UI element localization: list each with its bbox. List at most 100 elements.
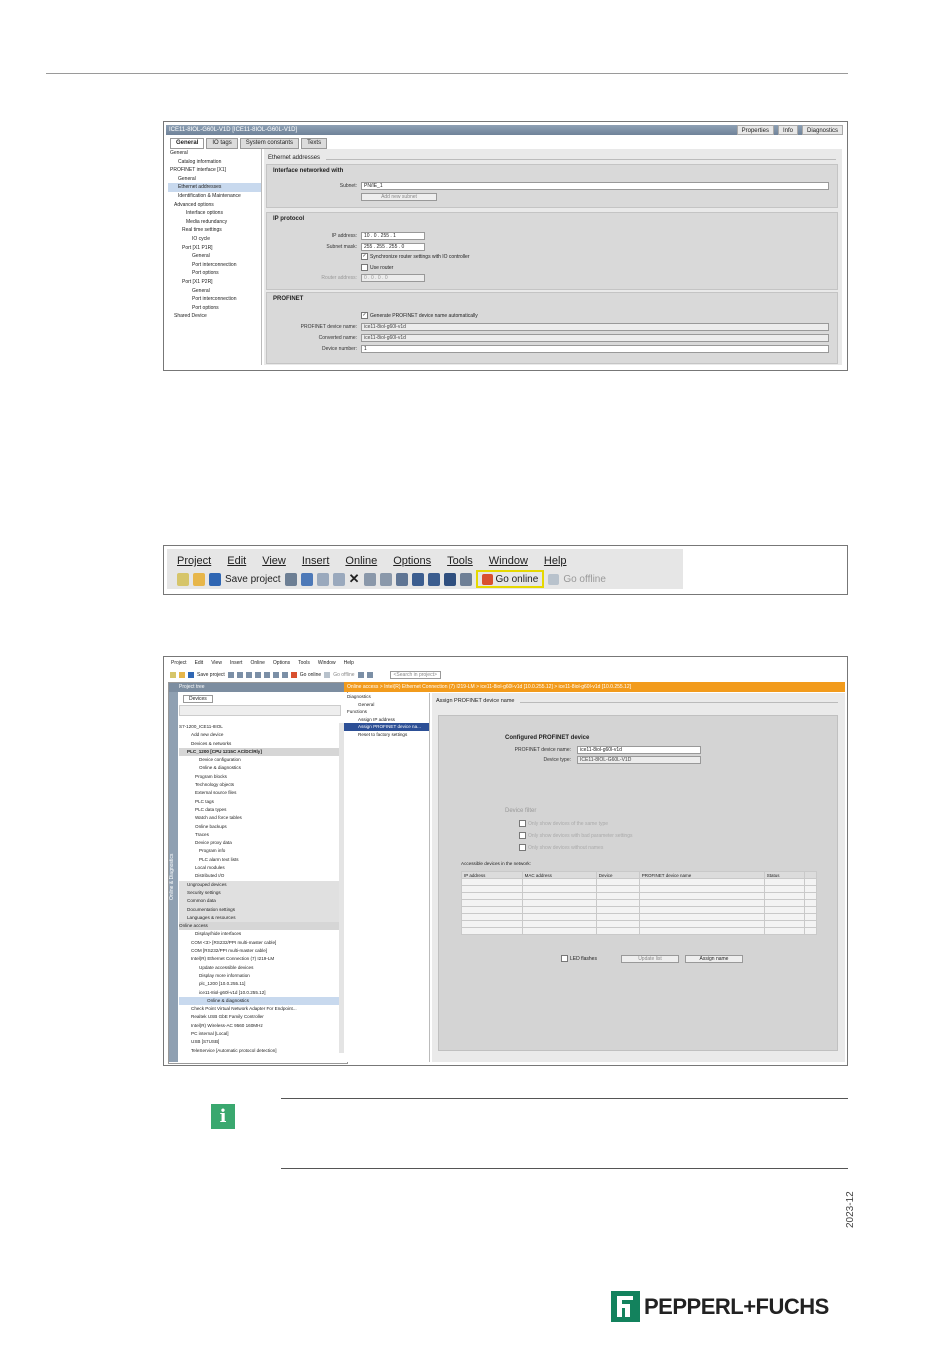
tree-item[interactable]: Shared Device <box>168 312 261 321</box>
tab-general[interactable]: General <box>170 138 205 149</box>
tab-io-tags[interactable]: IO tags <box>206 138 238 149</box>
new-project-icon[interactable] <box>177 572 189 586</box>
tree-item[interactable]: Check Point Virtual Network Adapter For … <box>179 1005 339 1013</box>
tab-texts[interactable]: Texts <box>301 138 328 149</box>
nav-item[interactable]: Functions <box>344 708 429 716</box>
tree-item[interactable]: Update accessible devices <box>179 964 339 972</box>
search-input[interactable]: <Search in project> <box>389 670 441 679</box>
tree-item[interactable]: USB [S7USB] <box>179 1038 339 1046</box>
tree-item[interactable]: Traces <box>179 831 339 839</box>
tree-item[interactable]: General <box>168 287 261 296</box>
tree-item[interactable]: Ungrouped devices <box>179 880 339 889</box>
tree-item[interactable]: TeleService [Automatic protocol detectio… <box>179 1047 339 1055</box>
menu-options[interactable]: Options <box>273 660 290 666</box>
tree-item[interactable]: Catalog information <box>168 158 261 167</box>
accessible-devices-icon[interactable] <box>357 671 364 678</box>
menu-options[interactable]: Options <box>393 555 431 567</box>
tree-item[interactable]: PLC tags <box>179 798 339 806</box>
tree-item[interactable]: Documentation settings <box>179 905 339 914</box>
menu-project[interactable]: Project <box>171 660 187 666</box>
paste-icon[interactable] <box>254 671 261 678</box>
print-icon[interactable] <box>284 572 297 586</box>
diagnostics-tab[interactable]: Diagnostics <box>801 125 843 135</box>
table-row[interactable] <box>461 878 817 886</box>
download-icon[interactable] <box>411 572 424 586</box>
tree-item[interactable]: Advanced options <box>168 201 261 210</box>
nav-item[interactable]: Reset to factory settings <box>344 731 429 739</box>
menu-edit[interactable]: Edit <box>195 660 204 666</box>
side-tab-label[interactable]: Online & Diagnostics <box>169 692 178 1062</box>
devices-tab[interactable]: Devices <box>183 695 213 703</box>
tree-item[interactable]: Port [X1 P2R] <box>168 278 261 287</box>
tree-item[interactable]: Online backups <box>179 823 339 831</box>
add-subnet-button[interactable]: Add new subnet <box>361 193 437 201</box>
save-icon[interactable] <box>209 572 221 586</box>
use-router-checkbox[interactable]: Use router <box>361 264 393 272</box>
tree-item[interactable]: Add new device <box>179 731 339 739</box>
delete-icon[interactable]: ✕ <box>349 571 360 587</box>
save-project-button[interactable]: Save project <box>225 574 281 585</box>
go-online-button[interactable]: Go online <box>300 672 321 678</box>
menu-help[interactable]: Help <box>544 555 567 567</box>
save-project-button[interactable]: Save project <box>197 672 225 678</box>
tree-item[interactable]: Local modules <box>179 864 339 872</box>
menu-view[interactable]: View <box>262 555 286 567</box>
tree-item[interactable]: Devices & networks <box>179 740 339 748</box>
update-list-button[interactable]: Update list <box>621 955 679 963</box>
tree-item[interactable]: PLC data types <box>179 806 339 814</box>
table-row[interactable] <box>461 885 817 893</box>
tree-item[interactable]: Intel(R) Ethernet Connection (7) I219-LM <box>179 955 339 963</box>
tree-item[interactable]: PC internal [Local] <box>179 1030 339 1038</box>
device-name-input[interactable]: ice11-8iol-g60l-v1d <box>577 746 701 754</box>
tree-item-selected[interactable]: Ethernet addresses <box>168 183 261 192</box>
tree-item[interactable]: Port options <box>168 304 261 313</box>
tree-item[interactable]: Program blocks <box>179 773 339 781</box>
tree-item[interactable]: Technology objects <box>179 781 339 789</box>
tree-item[interactable]: Media redundancy <box>168 218 261 227</box>
tree-item[interactable]: General <box>168 149 261 158</box>
device-number-select[interactable]: 1 <box>361 345 829 353</box>
go-offline-button[interactable]: Go offline <box>563 574 606 585</box>
tree-item[interactable]: COM <3> [RS232/PPI multi-master cable] <box>179 939 339 947</box>
cross-reference-icon[interactable] <box>366 671 373 678</box>
menu-edit[interactable]: Edit <box>227 555 246 567</box>
tree-item[interactable]: Online access <box>179 922 339 931</box>
paste-icon[interactable] <box>332 572 345 586</box>
menu-online[interactable]: Online <box>345 555 377 567</box>
open-project-icon[interactable] <box>179 671 185 678</box>
menu-tools[interactable]: Tools <box>298 660 310 666</box>
menu-insert[interactable]: Insert <box>230 660 243 666</box>
nav-item[interactable]: General <box>344 701 429 709</box>
auto-name-checkbox[interactable]: ✓ Generate PROFINET device name automatic… <box>361 312 478 320</box>
nav-item-selected[interactable]: Assign PROFINET device na... <box>344 723 429 731</box>
tree-item[interactable]: Real time settings <box>168 226 261 235</box>
table-row[interactable] <box>461 906 817 914</box>
tree-item[interactable]: PROFINET interface [X1] <box>168 166 261 175</box>
info-tab[interactable]: Info <box>777 125 798 135</box>
print-icon[interactable] <box>227 671 234 678</box>
tree-item[interactable]: Distributed I/O <box>179 872 339 880</box>
copy-icon[interactable] <box>316 572 329 586</box>
go-offline-button[interactable]: Go offline <box>333 672 354 678</box>
subnet-select[interactable]: PN/IE_1 <box>361 182 829 190</box>
tree-item-selected[interactable]: Online & diagnostics <box>179 996 339 1006</box>
filter-checkbox[interactable]: Only show devices without names <box>519 844 603 852</box>
upload-icon[interactable] <box>427 572 440 586</box>
tab-system-constants[interactable]: System constants <box>239 138 300 149</box>
compile-icon[interactable] <box>395 572 408 586</box>
table-row[interactable] <box>461 899 817 907</box>
assign-name-button[interactable]: Assign name <box>685 955 743 963</box>
tree-item[interactable]: Languages & resources <box>179 913 339 923</box>
menu-online[interactable]: Online <box>250 660 264 666</box>
go-online-icon[interactable] <box>290 671 297 678</box>
tree-item[interactable]: Display/hide interfaces <box>179 930 339 938</box>
open-project-icon[interactable] <box>193 572 205 586</box>
save-icon[interactable] <box>188 671 194 678</box>
tree-item[interactable]: Common data <box>179 897 339 906</box>
filter-checkbox[interactable]: Only show devices of the same type <box>519 820 608 828</box>
cut-icon[interactable] <box>236 671 243 678</box>
tree-item[interactable]: External source files <box>179 789 339 797</box>
sync-router-checkbox[interactable]: ✓ Synchronize router settings with IO con… <box>361 253 470 261</box>
nav-item[interactable]: Diagnostics <box>344 693 429 701</box>
download-icon[interactable] <box>281 671 288 678</box>
